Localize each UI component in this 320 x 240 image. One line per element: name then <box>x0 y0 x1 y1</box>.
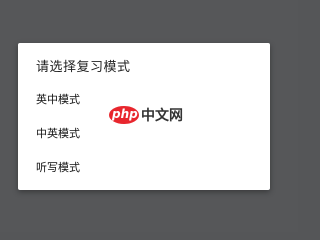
option-dictation[interactable]: 听写模式 <box>18 153 270 187</box>
mode-options-list: 英中模式 中英模式 听写模式 <box>18 85 270 187</box>
option-chinese-english[interactable]: 中英模式 <box>18 119 270 153</box>
option-label: 听写模式 <box>36 161 80 174</box>
option-label: 英中模式 <box>36 93 80 106</box>
review-mode-dialog: 请选择复习模式 英中模式 中英模式 听写模式 <box>18 43 270 190</box>
dialog-title: 请选择复习模式 <box>36 60 131 75</box>
option-english-chinese[interactable]: 英中模式 <box>18 85 270 119</box>
option-label: 中英模式 <box>36 127 80 140</box>
